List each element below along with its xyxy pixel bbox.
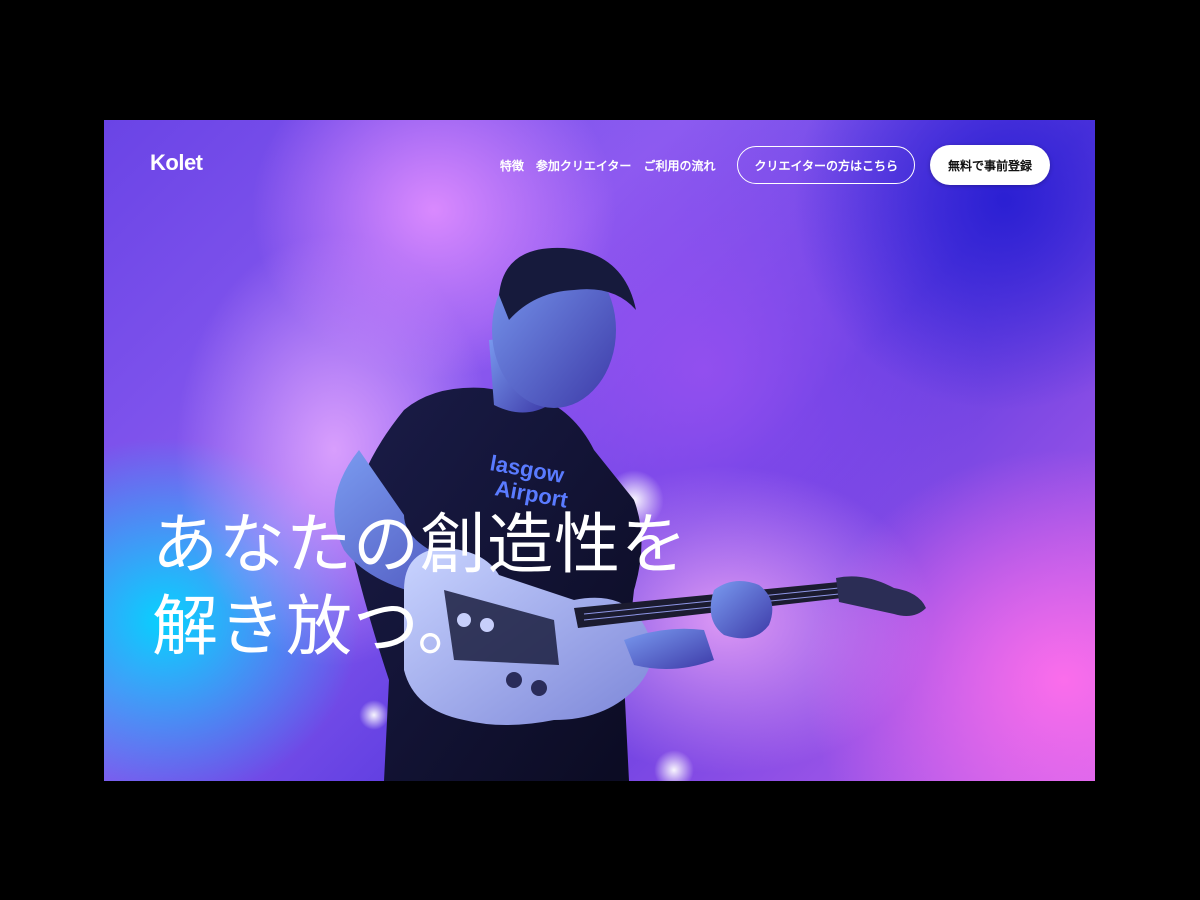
hero-headline: あなたの創造性を 解き放つ。 [152, 504, 688, 668]
hero-section: lasgow Airport Kolet 特徴 参加クリエイター ご利用の流れ … [104, 120, 1095, 781]
kolet-logo[interactable]: Kolet [150, 150, 203, 176]
nav-link-creators[interactable]: 参加クリエイター [536, 157, 632, 174]
nav-link-how-to-use[interactable]: ご利用の流れ [643, 157, 715, 174]
guitarist-photo: lasgow Airport [334, 247, 926, 781]
hero-headline-line-2: 解き放つ。 [152, 588, 485, 665]
header-nav: 特徴 参加クリエイター ご利用の流れ クリエイターの方はこちら 無料で事前登録 [500, 145, 1050, 185]
free-preregister-button[interactable]: 無料で事前登録 [929, 145, 1050, 185]
nav-link-features[interactable]: 特徴 [500, 157, 524, 174]
hero-headline-line-1: あなたの創造性を [152, 506, 688, 583]
creator-signup-button[interactable]: クリエイターの方はこちら [737, 146, 915, 184]
